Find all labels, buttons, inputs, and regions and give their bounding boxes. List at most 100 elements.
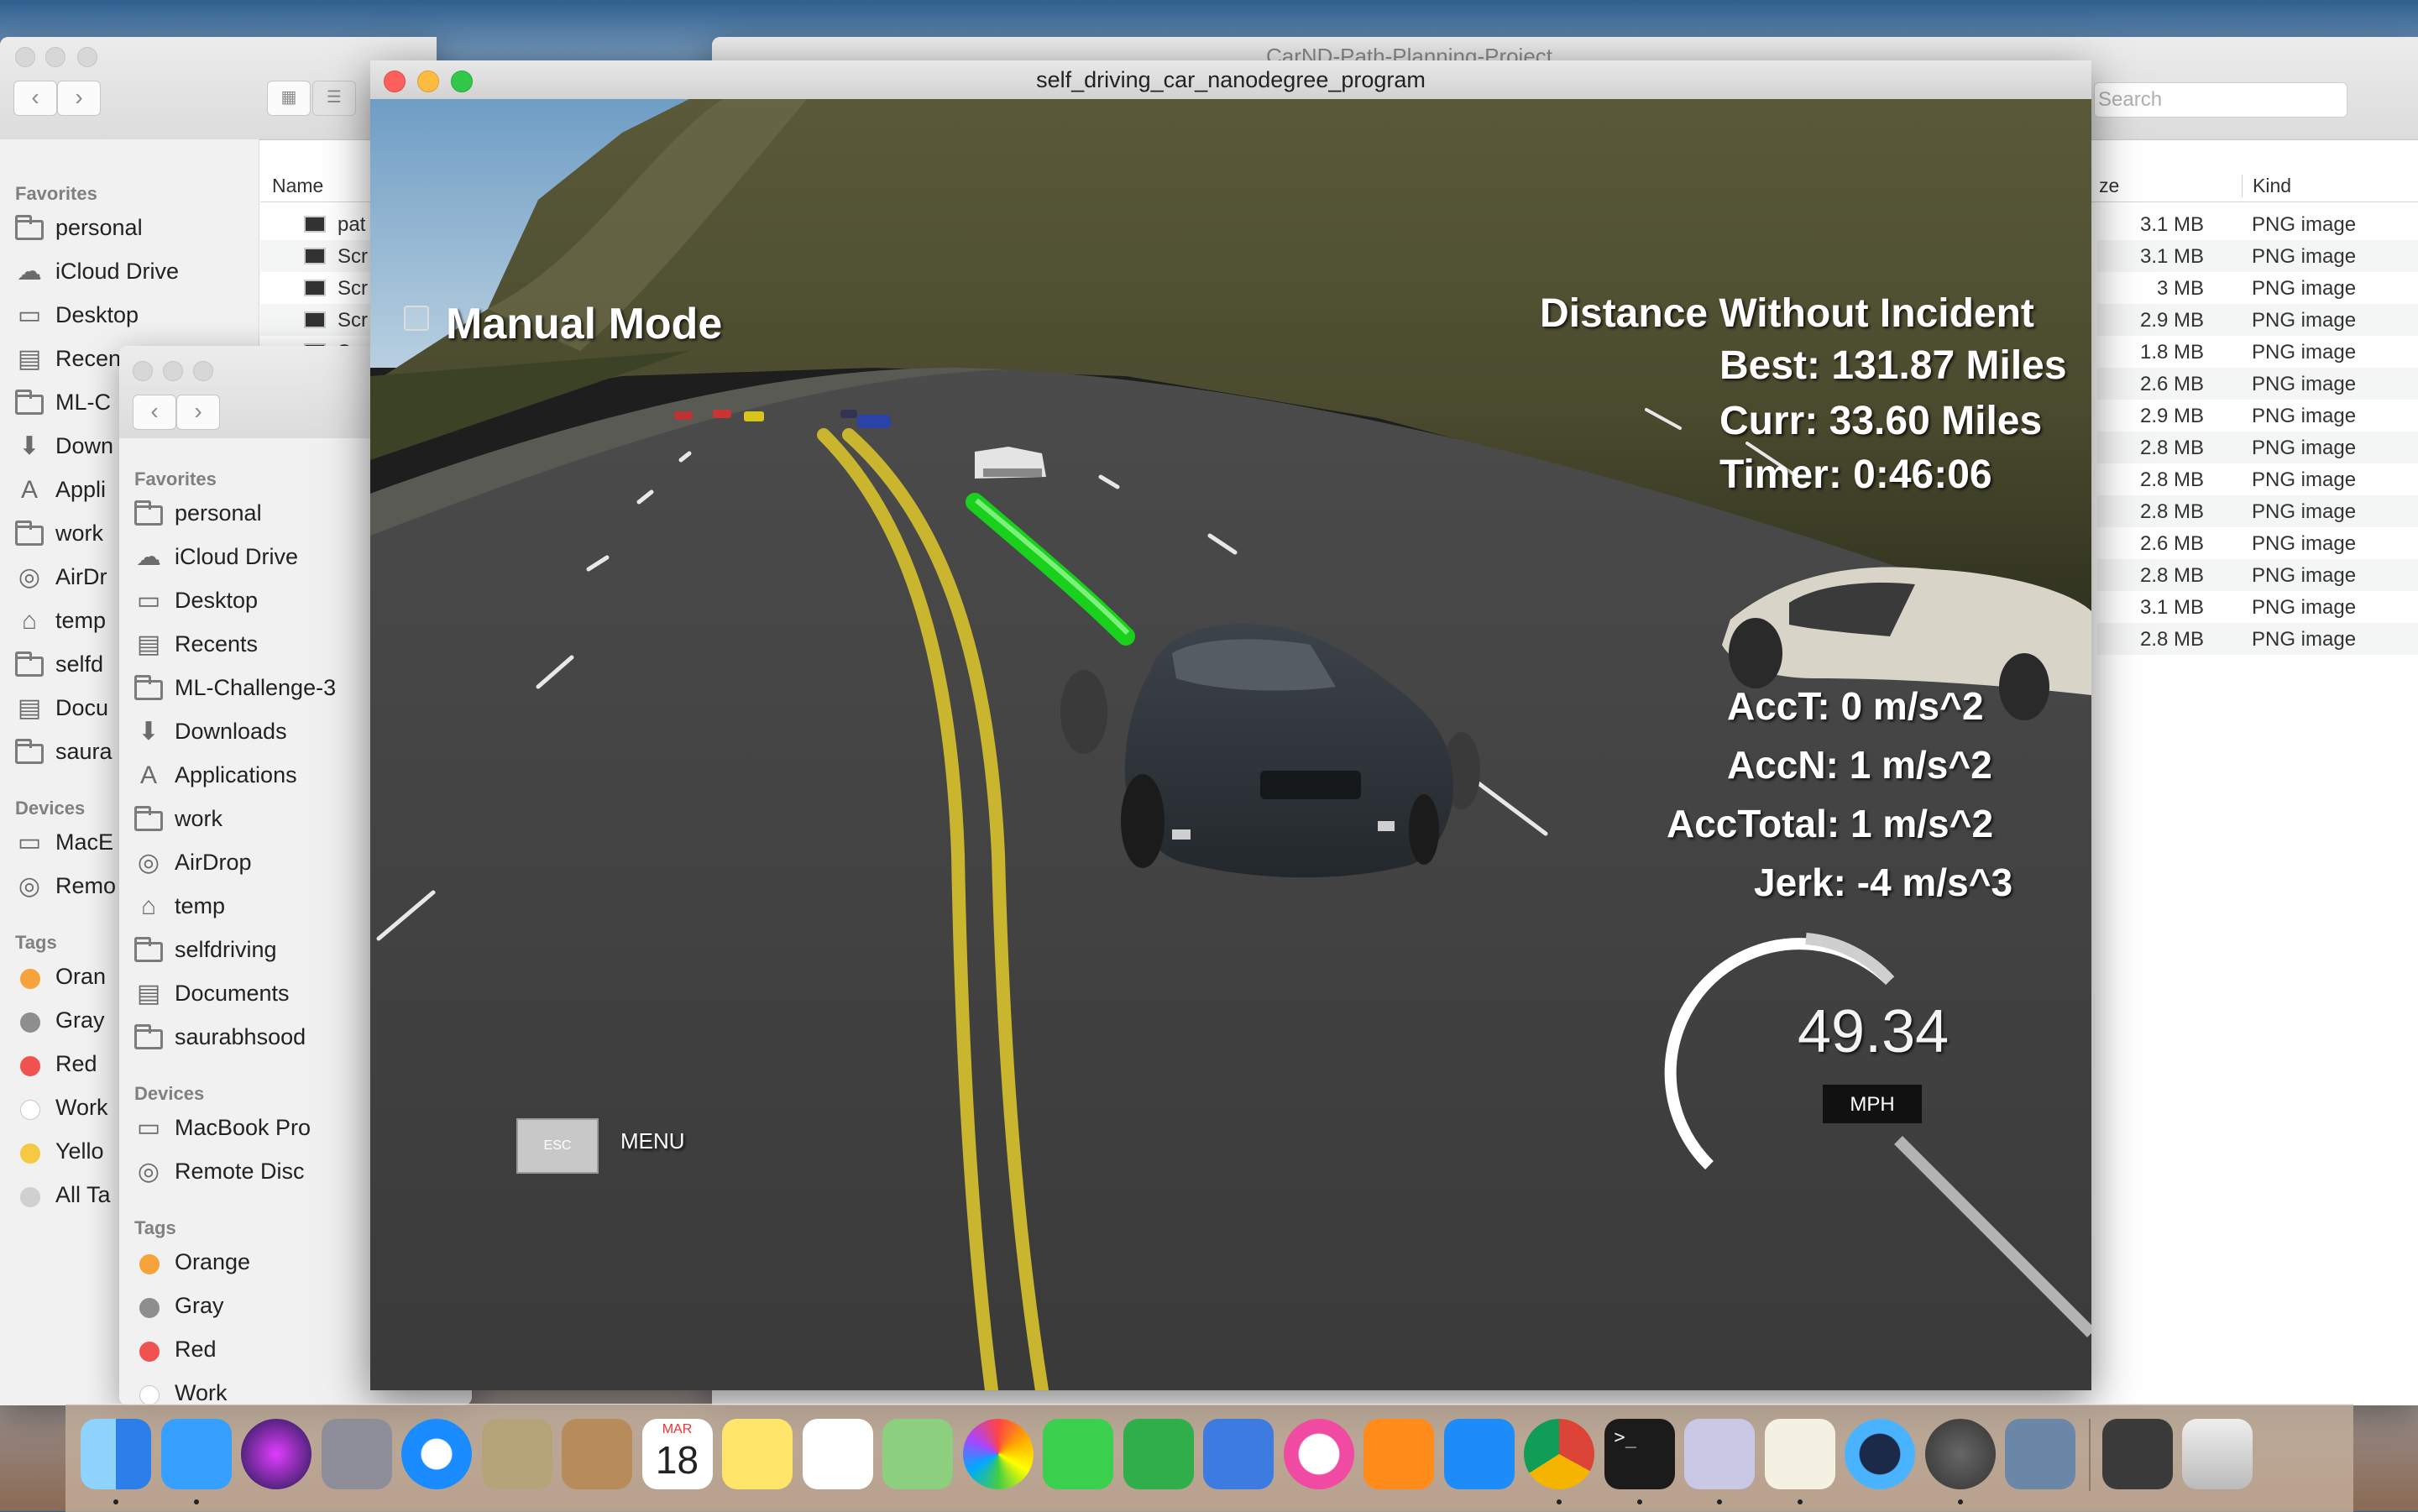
table-row[interactable]: 2.8 MB PNG image — [2097, 495, 2418, 527]
running-indicator — [1717, 1499, 1722, 1504]
siri-icon[interactable] — [241, 1419, 311, 1489]
image-capture-icon[interactable] — [2005, 1419, 2075, 1489]
back-button[interactable]: ‹ — [13, 81, 57, 116]
simulator-viewport[interactable]: Manual Mode Distance Without Incident Be… — [370, 99, 2091, 1390]
sidebar-item-label: MacE — [55, 829, 114, 855]
minimize-button[interactable] — [163, 361, 183, 381]
close-button[interactable] — [15, 47, 35, 67]
sidebar-item-label: Gray — [175, 1293, 224, 1318]
manual-mode-label[interactable]: Manual Mode — [446, 299, 722, 349]
search-field[interactable]: Search — [2094, 82, 2347, 118]
zoom-button[interactable] — [77, 47, 97, 67]
table-row[interactable]: 3 MB PNG image — [2097, 272, 2418, 304]
sidebar-item-label: selfdriving — [175, 937, 277, 962]
applications-icon: A — [20, 476, 38, 504]
itunes-icon[interactable] — [1283, 1419, 1354, 1489]
file-size: 2.8 MB — [2139, 437, 2204, 459]
folder-icon — [134, 937, 163, 962]
manual-mode-checkbox[interactable] — [404, 306, 429, 331]
sidebar-item-label: MacBook Pro — [175, 1115, 311, 1140]
table-row[interactable]: 3.1 MB PNG image — [2097, 208, 2418, 240]
column-name-header[interactable]: Name — [272, 175, 323, 197]
acc-t: AccT: 0 m/s^2 — [1727, 684, 1984, 728]
trash-icon[interactable] — [2182, 1419, 2253, 1489]
documents-icon: ▤ — [136, 980, 161, 1007]
zoom-button[interactable] — [193, 361, 213, 381]
numbers-icon[interactable] — [1123, 1419, 1194, 1489]
minimize-button[interactable] — [45, 47, 65, 67]
list-view-button[interactable]: ☰ — [312, 81, 356, 116]
running-indicator — [1957, 1499, 1963, 1504]
preview-icon[interactable] — [481, 1419, 552, 1489]
table-row[interactable]: 3.1 MB PNG image — [2097, 240, 2418, 272]
current-distance: Curr: 33.60 Miles — [1719, 399, 2043, 443]
devices-header: Devices — [15, 798, 86, 819]
esc-key-button[interactable]: ESC — [516, 1118, 599, 1174]
applications-icon: A — [139, 761, 157, 789]
table-row[interactable]: 2.8 MB PNG image — [2097, 623, 2418, 655]
maps-icon[interactable] — [882, 1419, 953, 1489]
reminders-icon[interactable] — [802, 1419, 873, 1489]
column-kind-header[interactable]: Kind — [2242, 175, 2291, 197]
favorites-header: Favorites — [15, 183, 97, 204]
table-row[interactable]: 2.6 MB PNG image — [2097, 368, 2418, 400]
safari-icon[interactable] — [401, 1419, 472, 1489]
sidebar-item-label: AirDrop — [175, 850, 252, 875]
table-row[interactable]: 3.1 MB PNG image — [2097, 591, 2418, 623]
table-row[interactable]: 2.6 MB PNG image — [2097, 527, 2418, 559]
simulator-titlebar[interactable]: self_driving_car_nanodegree_program — [370, 60, 2091, 100]
menu-label[interactable]: MENU — [620, 1128, 685, 1154]
photos-icon[interactable] — [962, 1419, 1034, 1489]
messages-icon[interactable] — [160, 1419, 232, 1489]
textedit-icon[interactable] — [1764, 1419, 1835, 1489]
app-store-icon[interactable] — [1443, 1419, 1515, 1489]
file-size: 2.8 MB — [2139, 468, 2204, 491]
table-row[interactable]: 2.9 MB PNG image — [2097, 304, 2418, 336]
table-row[interactable]: 2.8 MB PNG image — [2097, 432, 2418, 463]
sidebar-item-label: Appli — [55, 477, 107, 502]
file-name: pat — [338, 213, 366, 236]
sidebar-item-label: temp — [175, 893, 226, 918]
cloud-icon: ☁ — [136, 543, 161, 571]
running-indicator — [1636, 1499, 1642, 1504]
facetime-icon[interactable] — [1043, 1419, 1113, 1489]
notes-icon[interactable] — [722, 1419, 793, 1489]
bbedit-icon[interactable] — [1684, 1419, 1755, 1489]
table-row[interactable]: 1.8 MB PNG image — [2097, 336, 2418, 368]
finder-icon[interactable] — [81, 1419, 151, 1489]
sidebar-item-label: Down — [55, 433, 114, 458]
file-size: 3.1 MB — [2139, 596, 2204, 619]
desktop-icon: ▭ — [136, 587, 161, 615]
ibooks-icon[interactable] — [1363, 1419, 1434, 1489]
launchpad-icon[interactable] — [321, 1419, 392, 1489]
chrome-icon[interactable] — [1524, 1419, 1594, 1489]
contacts-icon[interactable] — [562, 1419, 632, 1489]
sidebar-item-label: saurabhsood — [175, 1024, 306, 1049]
keynote-icon[interactable] — [1203, 1419, 1274, 1489]
tag-color-dot-icon — [139, 1298, 160, 1318]
sidebar-item-label: work — [175, 806, 223, 831]
table-row[interactable]: 2.9 MB PNG image — [2097, 400, 2418, 432]
disc-icon: ◎ — [18, 872, 41, 900]
calendar-icon[interactable]: MAR 18 — [641, 1419, 713, 1489]
file-kind: PNG image — [2252, 277, 2357, 300]
quicktime-icon[interactable] — [1845, 1419, 1915, 1489]
terminal-prompt-icon: >_ — [1614, 1427, 1637, 1448]
tag-color-dot-icon — [20, 1187, 40, 1207]
folder-icon — [15, 390, 44, 415]
forward-button[interactable]: › — [176, 395, 220, 430]
table-row[interactable]: 2.8 MB PNG image — [2097, 463, 2418, 495]
terminal-icon[interactable]: >_ — [1604, 1419, 1675, 1489]
table-row[interactable]: 2.8 MB PNG image — [2097, 559, 2418, 591]
download-icon: ⬇ — [138, 718, 160, 746]
system-preferences-icon[interactable] — [1924, 1419, 1996, 1489]
dock-separator — [2089, 1419, 2091, 1491]
back-button[interactable]: ‹ — [133, 395, 176, 430]
column-size-header[interactable]: ze — [2099, 175, 2119, 197]
downloads-stack-icon[interactable] — [2101, 1419, 2173, 1489]
icon-view-button[interactable]: ▦ — [267, 81, 311, 116]
close-button[interactable] — [133, 361, 153, 381]
distance-header: Distance Without Incident — [1540, 291, 2034, 336]
sidebar-item-label: temp — [55, 608, 107, 633]
forward-button[interactable]: › — [57, 81, 101, 116]
